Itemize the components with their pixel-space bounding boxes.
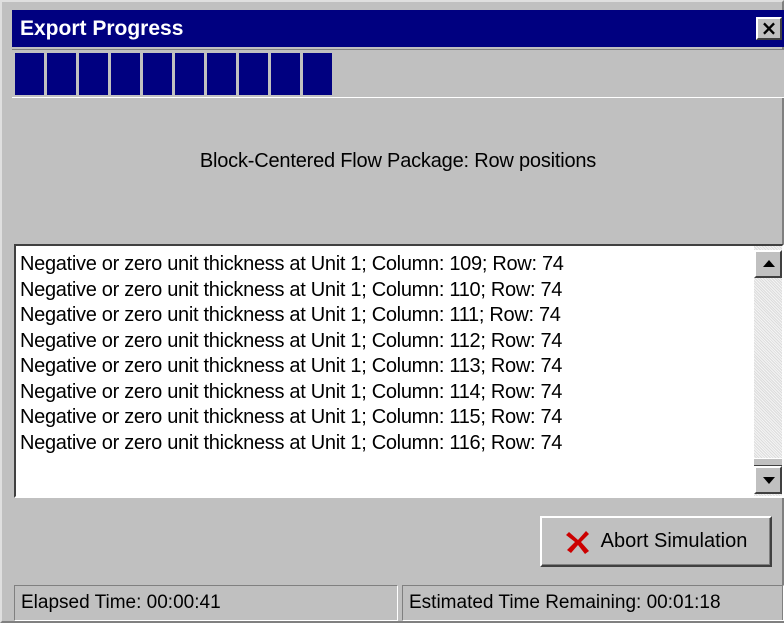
scroll-up-button[interactable] — [754, 250, 782, 278]
close-icon: × — [760, 16, 778, 40]
progress-block — [143, 53, 172, 95]
log-line: Negative or zero unit thickness at Unit … — [20, 431, 563, 454]
window-title: Export Progress — [20, 17, 184, 40]
progress-bar — [12, 49, 784, 98]
log-line: Negative or zero unit thickness at Unit … — [20, 380, 563, 403]
progress-block — [303, 53, 332, 95]
vertical-scrollbar[interactable] — [754, 246, 782, 496]
title-bar: Export Progress × — [12, 10, 784, 47]
abort-label: Abort Simulation — [600, 530, 748, 552]
arrow-up-icon — [763, 260, 775, 267]
scroll-down-button[interactable] — [754, 466, 782, 494]
progress-block — [15, 53, 44, 95]
status-bar: Elapsed Time: 00:00:41 Estimated Time Re… — [12, 585, 784, 621]
progress-block — [239, 53, 268, 95]
progress-block — [207, 53, 236, 95]
log-line: Negative or zero unit thickness at Unit … — [20, 304, 561, 326]
progress-block — [175, 53, 204, 95]
progress-fill — [15, 53, 332, 95]
log-list[interactable]: Negative or zero unit thickness at Unit … — [14, 244, 784, 498]
progress-block — [271, 53, 300, 95]
elapsed-time: Elapsed Time: 00:00:41 — [14, 585, 398, 621]
arrow-down-icon — [763, 477, 775, 484]
log-line: Negative or zero unit thickness at Unit … — [20, 355, 563, 377]
close-button[interactable]: × — [756, 17, 782, 40]
progress-block — [47, 53, 76, 95]
abort-simulation-button[interactable]: Abort Simulation — [540, 516, 772, 567]
log-line: Negative or zero unit thickness at Unit … — [20, 253, 564, 275]
log-line: Negative or zero unit thickness at Unit … — [20, 278, 563, 301]
status-message: Block-Centered Flow Package: Row positio… — [199, 150, 597, 172]
progress-block — [111, 53, 140, 95]
log-line: Negative or zero unit thickness at Unit … — [20, 329, 563, 352]
estimated-time-remaining: Estimated Time Remaining: 00:01:18 — [402, 585, 784, 621]
red-x-icon — [565, 530, 589, 554]
scroll-thumb[interactable] — [754, 458, 782, 466]
progress-block — [79, 53, 108, 95]
log-line: Negative or zero unit thickness at Unit … — [20, 406, 563, 428]
log-lines: Negative or zero unit thickness at Unit … — [20, 252, 564, 456]
